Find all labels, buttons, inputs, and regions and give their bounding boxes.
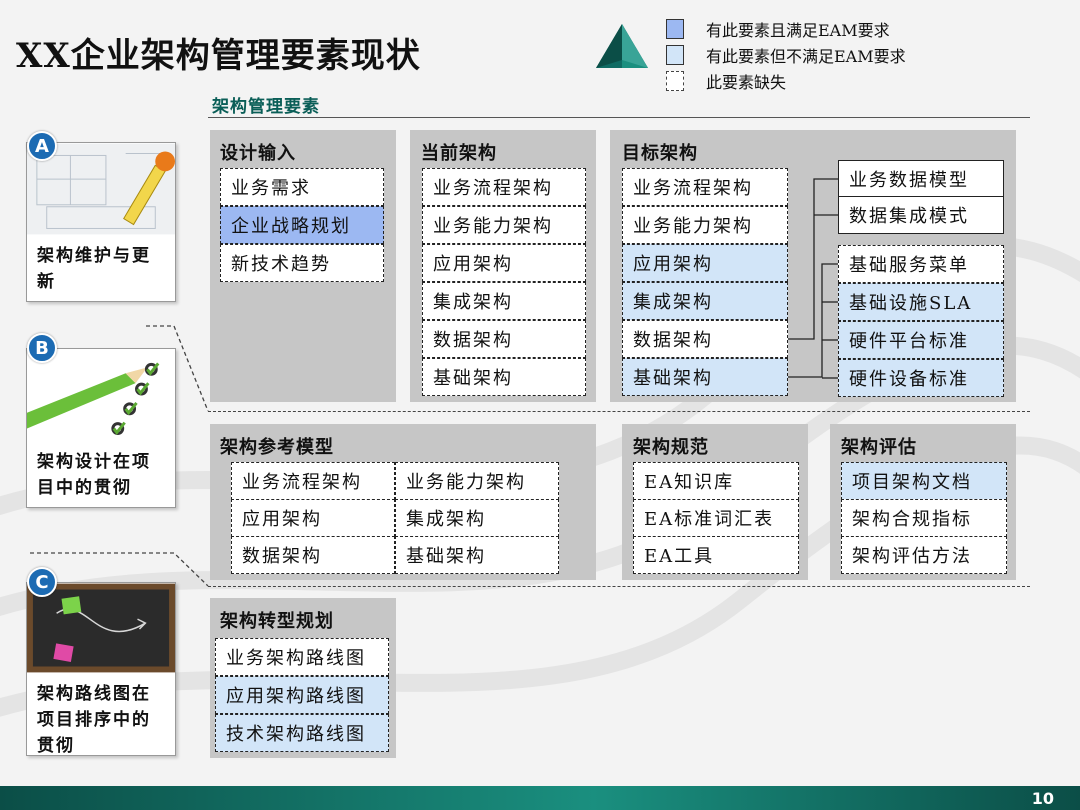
badge-c: C [27, 567, 57, 597]
page-number: 10 [1031, 789, 1054, 808]
element-box: 业务数据模型 [838, 160, 1004, 198]
element-box: 业务能力架构 [395, 462, 559, 500]
panel-title: 架构评估 [841, 437, 917, 458]
panel-title: 当前架构 [421, 143, 497, 164]
element-box: 数据架构 [422, 320, 586, 358]
element-box: 硬件设备标准 [838, 359, 1004, 397]
element-box: 应用架构 [622, 244, 788, 282]
pencil-checklist-image [27, 349, 175, 441]
badge-b: B [27, 333, 57, 363]
page-title: XX企业架构管理要素现状 [16, 36, 421, 76]
side-card-a: 架构维护与更新 [26, 142, 176, 302]
legend-item-missing: 此要素缺失 [666, 68, 906, 94]
element-box: 应用架构 [231, 499, 395, 537]
element-box: 集成架构 [395, 499, 559, 537]
element-box: EA知识库 [633, 462, 799, 500]
element-box: 基础架构 [395, 536, 559, 574]
element-box: 业务能力架构 [422, 206, 586, 244]
panel-title: 目标架构 [622, 143, 698, 164]
side-card-b: 架构设计在项目中的贯彻 [26, 348, 176, 508]
legend-item-dark: 有此要素且满足EAM要求 [666, 16, 906, 42]
element-box: EA标准词汇表 [633, 499, 799, 537]
element-box: 数据集成模式 [838, 196, 1004, 234]
footer-bar [0, 786, 1080, 810]
panel-title: 架构转型规划 [220, 611, 334, 632]
element-box: 基础架构 [422, 358, 586, 396]
section-label: 架构管理要素 [212, 97, 320, 117]
element-box: 项目架构文档 [841, 462, 1007, 500]
element-box: 业务流程架构 [622, 168, 788, 206]
side-card-text: 架构路线图在项目排序中的贯彻 [37, 684, 151, 756]
element-box: 架构合规指标 [841, 499, 1007, 537]
legend-swatch-light [666, 45, 684, 65]
element-box: 技术架构路线图 [215, 714, 389, 752]
element-box: 业务需求 [220, 168, 384, 206]
pyramid-logo-icon [596, 24, 648, 68]
element-box: 数据架构 [622, 320, 788, 358]
badge-a: A [27, 131, 57, 161]
element-box: 基础架构 [622, 358, 788, 396]
element-box: 应用架构 [422, 244, 586, 282]
legend-swatch-missing [666, 71, 684, 91]
row-divider [208, 586, 1030, 587]
legend-swatch-dark [666, 19, 684, 39]
element-box: 硬件平台标准 [838, 321, 1004, 359]
row-divider [208, 411, 1030, 412]
element-box: 集成架构 [422, 282, 586, 320]
panel-title: 架构规范 [633, 437, 709, 458]
element-box: 业务架构路线图 [215, 638, 389, 676]
panel-title: 设计输入 [220, 143, 296, 164]
side-card-text: 架构维护与更新 [37, 246, 151, 292]
panel-title: 架构参考模型 [220, 437, 334, 458]
element-box: EA工具 [633, 536, 799, 574]
side-card-c: 架构路线图在项目排序中的贯彻 [26, 582, 176, 756]
element-box: 企业战略规划 [220, 206, 384, 244]
element-box: 基础设施SLA [838, 283, 1004, 321]
legend-label: 有此要素且满足EAM要求 [706, 21, 890, 40]
element-box: 集成架构 [622, 282, 788, 320]
element-box: 业务流程架构 [422, 168, 586, 206]
side-card-text: 架构设计在项目中的贯彻 [37, 452, 151, 498]
element-box: 新技术趋势 [220, 244, 384, 282]
element-box: 应用架构路线图 [215, 676, 389, 714]
legend-item-light: 有此要素但不满足EAM要求 [666, 42, 906, 68]
element-box: 业务能力架构 [622, 206, 788, 244]
element-box: 架构评估方法 [841, 536, 1007, 574]
legend-label: 有此要素但不满足EAM要求 [706, 47, 906, 66]
element-box: 基础服务菜单 [838, 245, 1004, 283]
legend: 有此要素且满足EAM要求 有此要素但不满足EAM要求 此要素缺失 [666, 16, 906, 94]
element-box: 数据架构 [231, 536, 395, 574]
element-box: 业务流程架构 [231, 462, 395, 500]
legend-label: 此要素缺失 [706, 73, 787, 92]
chalkboard-sticky-notes-image [27, 583, 175, 673]
section-divider [208, 117, 1030, 118]
